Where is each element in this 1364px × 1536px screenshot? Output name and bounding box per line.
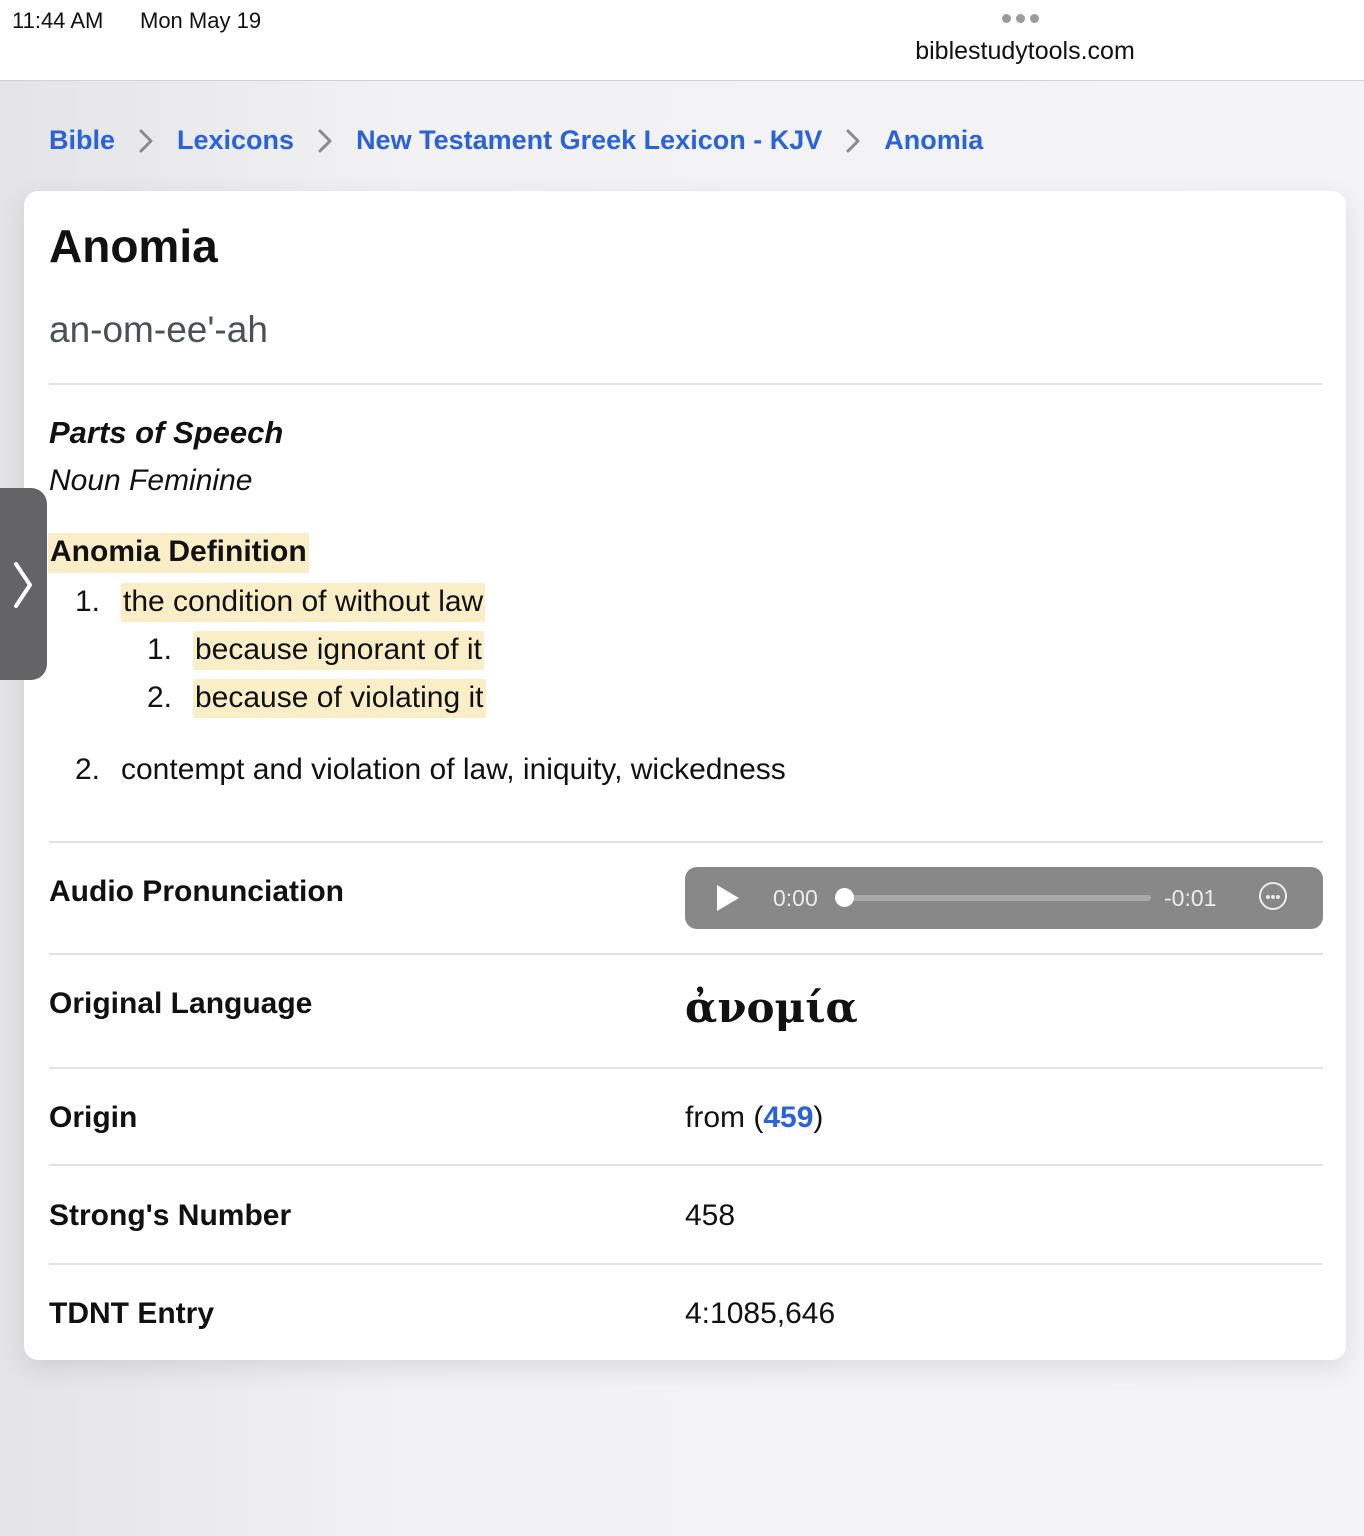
original-language-value: ἀνομία — [685, 983, 858, 1032]
lexicon-entry-card: Anomia an-om-ee'-ah Parts of Speech Noun… — [24, 191, 1346, 1360]
breadcrumb-nt-greek-lexicon[interactable]: New Testament Greek Lexicon - KJV — [356, 125, 822, 156]
audio-scrubber-handle[interactable] — [835, 888, 854, 907]
sidebar-toggle-tab[interactable] — [0, 488, 47, 680]
origin-value: from (459) — [685, 1101, 823, 1135]
origin-label: Origin — [49, 1101, 138, 1134]
status-time: 11:44 AM — [12, 8, 104, 33]
strongs-number-label: Strong's Number — [49, 1199, 292, 1232]
breadcrumb-anomia[interactable]: Anomia — [884, 125, 983, 156]
strongs-number-value: 458 — [685, 1199, 736, 1232]
chevron-right-icon — [139, 129, 153, 153]
list-number: 2. — [75, 753, 101, 786]
list-item: 1. because ignorant of it — [147, 631, 484, 670]
list-number: 1. — [147, 633, 173, 666]
entry-title: Anomia — [49, 220, 218, 272]
audio-remaining-time: -0:01 — [1164, 885, 1217, 911]
origin-prefix: from ( — [685, 1101, 764, 1134]
list-number: 2. — [147, 681, 173, 714]
origin-suffix: ) — [813, 1101, 824, 1134]
multitasking-dots-icon[interactable] — [1002, 14, 1039, 23]
divider — [49, 383, 1323, 385]
list-item: 2. because of violating it — [147, 679, 486, 718]
audio-pronunciation-label: Audio Pronunciation — [49, 875, 344, 908]
more-options-icon[interactable] — [1259, 882, 1287, 910]
origin-link-459[interactable]: 459 — [763, 1101, 813, 1134]
divider — [49, 953, 1323, 955]
definition-text: because ignorant of it — [193, 631, 484, 670]
definition-text: contempt and violation of law, iniquity,… — [121, 753, 786, 786]
tdnt-entry-label: TDNT Entry — [49, 1297, 214, 1330]
definition-text: the condition of without law — [121, 583, 486, 622]
parts-of-speech-label: Parts of Speech — [49, 415, 284, 450]
breadcrumb: Bible Lexicons New Testament Greek Lexic… — [49, 125, 983, 156]
breadcrumb-lexicons[interactable]: Lexicons — [177, 125, 294, 156]
definition-text: because of violating it — [193, 679, 486, 718]
list-item: 2. contempt and violation of law, iniquit… — [75, 753, 786, 787]
sidebar-chevron-icon — [14, 562, 32, 608]
audio-current-time: 0:00 — [773, 885, 818, 911]
audio-player: 0:00 -0:01 — [685, 867, 1323, 929]
breadcrumb-bible[interactable]: Bible — [49, 125, 115, 156]
list-item: 1. the condition of without law — [75, 583, 486, 622]
pronunciation: an-om-ee'-ah — [49, 309, 268, 350]
definition-heading: Anomia Definition — [48, 533, 309, 573]
divider — [49, 841, 1323, 843]
chevron-right-icon — [318, 129, 332, 153]
chevron-right-icon — [846, 129, 860, 153]
status-date: Mon May 19 — [140, 8, 262, 33]
list-number: 1. — [75, 585, 101, 618]
status-bar: 11:44 AM Mon May 19 biblestudytools.com — [0, 0, 1364, 81]
parts-of-speech-value: Noun Feminine — [49, 464, 253, 497]
audio-progress-track[interactable] — [837, 895, 1151, 901]
play-icon[interactable] — [717, 885, 739, 911]
divider — [49, 1263, 1323, 1265]
original-language-label: Original Language — [49, 987, 313, 1020]
divider — [49, 1164, 1323, 1166]
divider — [49, 1067, 1323, 1069]
tdnt-entry-value: 4:1085,646 — [685, 1297, 836, 1330]
url-address[interactable]: biblestudytools.com — [860, 37, 1190, 66]
